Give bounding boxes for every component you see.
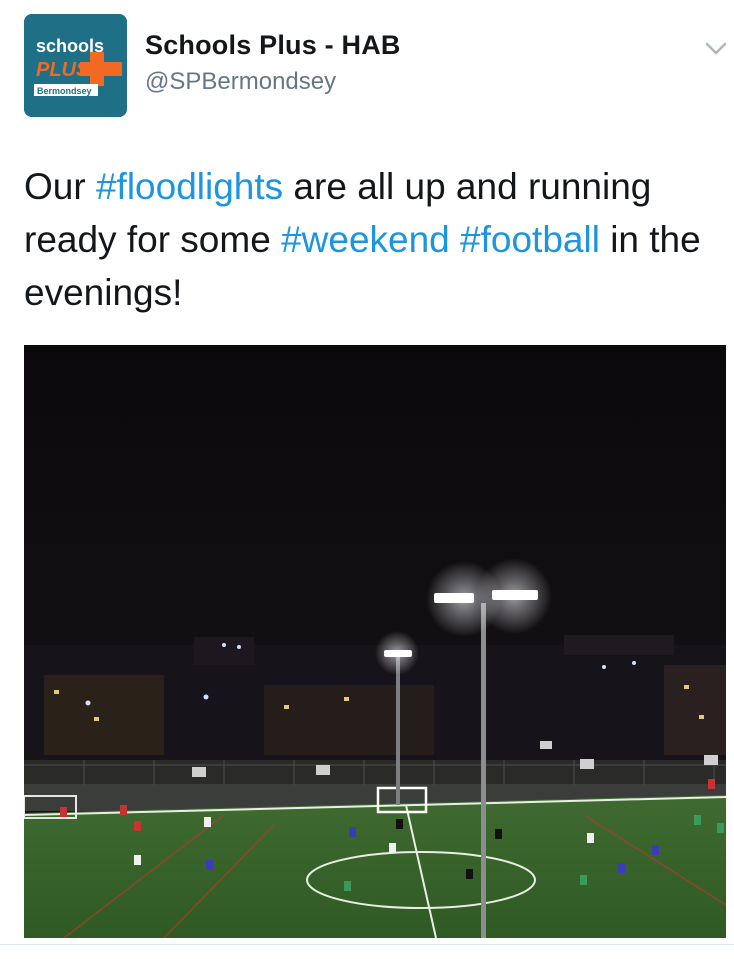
tweet-text: Our #floodlights are all up and running … [24,160,714,319]
logo-word-middle: PLUS [36,59,90,81]
logo-word-bottom: Bermondsey [37,86,92,96]
floodlit-pitch-image [24,345,726,938]
hashtag-football[interactable]: #football [460,219,600,260]
logo-word-top: schools [36,36,104,56]
chevron-down-icon[interactable] [703,38,729,58]
tweet-text-segment [450,219,460,260]
hashtag-weekend[interactable]: #weekend [281,219,450,260]
divider [0,944,734,945]
hashtag-floodlights[interactable]: #floodlights [96,166,283,207]
display-name[interactable]: Schools Plus - HAB [145,30,401,61]
user-handle[interactable]: @SPBermondsey [145,68,336,96]
tweet-text-segment: Our [24,166,96,207]
schools-plus-logo: schools PLUS Bermondsey [24,14,127,117]
tweet-photo[interactable] [24,345,726,938]
avatar[interactable]: schools PLUS Bermondsey [24,14,127,117]
tweet-card: schools PLUS Bermondsey Schools Plus - H… [0,0,734,959]
